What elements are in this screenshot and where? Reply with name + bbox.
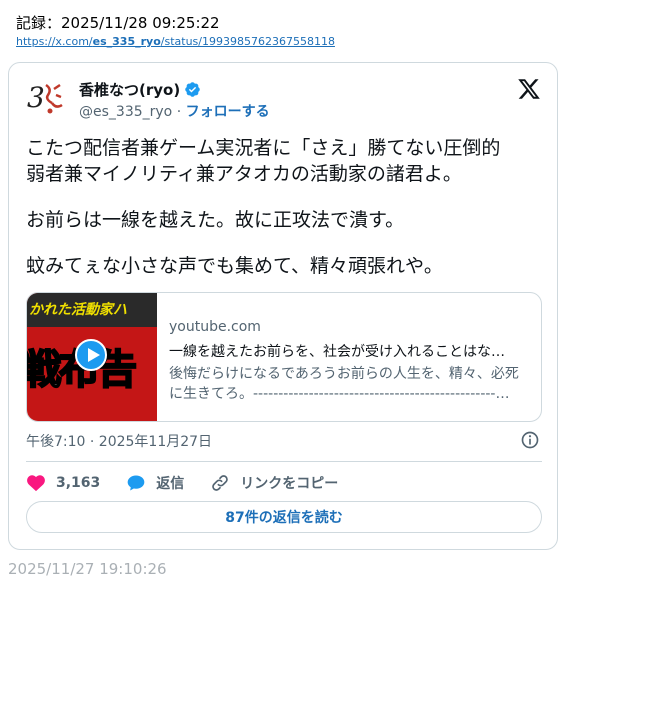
url-prefix: https://x.com/ (16, 35, 93, 48)
divider (26, 461, 542, 462)
link-title: 一線を越えたお前らを、社会が受け入れることはな… (169, 344, 505, 360)
record-url-link[interactable]: https://x.com/es_335_ryo/status/19939857… (16, 35, 335, 48)
meta-separator: · (172, 104, 186, 120)
reply-bubble-icon (127, 475, 145, 491)
reply-button[interactable]: 返信 (126, 473, 184, 493)
verified-badge-icon (184, 81, 201, 98)
author-name[interactable]: 香椎なつ(ryo) (79, 79, 180, 100)
tweet-line: お前らは一線を越えた。故に正攻法で潰す。 (26, 209, 405, 231)
like-button[interactable]: 3,163 (26, 473, 100, 493)
follow-button[interactable]: フォローする (186, 104, 270, 120)
tweet-line: 弱者兼マイノリティ兼アタオカの活動家の諸君よ。 (26, 163, 462, 185)
tweet-line: こたつ配信者兼ゲーム実況者に「さえ」勝てない圧倒的 (26, 137, 501, 159)
tweet-line: 蚊みてぇな小さな声でも集めて、精々頑張れや。 (26, 255, 443, 277)
record-label: 記録：2025/11/28 09:25:22 (16, 14, 220, 32)
tweet-timestamp[interactable]: 午後7:10 · 2025年11月27日 (26, 431, 212, 451)
url-handle: es_335_ryo (92, 35, 161, 48)
info-icon[interactable] (520, 430, 540, 450)
link-icon (212, 475, 229, 491)
reply-label: 返信 (156, 476, 185, 492)
footer-timestamp: 2025/11/27 19:10:26 (8, 560, 167, 578)
copy-link-label: リンクをコピー (240, 476, 339, 492)
author-handle[interactable]: @es_335_ryo (79, 104, 172, 120)
thumbnail-caption: かれた活動家ハ (29, 302, 127, 318)
action-bar: 3,163 返信 リンクをコピー (26, 471, 364, 495)
url-suffix: /status/1993985762367558118 (160, 35, 335, 48)
x-logo-icon[interactable] (517, 77, 541, 101)
copy-link-button[interactable]: リンクをコピー (210, 473, 338, 493)
read-replies-button[interactable]: 87件の返信を読む (26, 501, 542, 533)
link-info: youtube.com 一線を越えたお前らを、社会が受け入れることはな… 後悔だ… (157, 293, 541, 421)
link-preview-card[interactable]: かれた活動家ハ 戦布告 youtube.com 一線を越えたお前らを、社会が受け… (26, 292, 542, 422)
author-name-row[interactable]: 香椎なつ(ryo) (79, 79, 201, 100)
avatar[interactable]: 3 (26, 77, 68, 119)
play-icon[interactable] (75, 339, 107, 371)
link-description: 後悔だらけになるであろうお前らの人生を、精々、必死に生きてろ。---------… (169, 366, 519, 402)
svg-text:3: 3 (27, 81, 45, 114)
like-count: 3,163 (56, 475, 101, 491)
video-thumbnail[interactable]: かれた活動家ハ 戦布告 (27, 293, 157, 421)
embedded-tweet-card: 3 香椎なつ(ryo) @es_335_ryo · フォローする こたつ配信者兼… (8, 62, 558, 550)
heart-icon (27, 475, 45, 492)
link-domain: youtube.com (169, 319, 261, 335)
author-meta: @es_335_ryo · フォローする (79, 101, 270, 121)
tweet-text: こたつ配信者兼ゲーム実況者に「さえ」勝てない圧倒的 弱者兼マイノリティ兼アタオカ… (26, 135, 541, 279)
